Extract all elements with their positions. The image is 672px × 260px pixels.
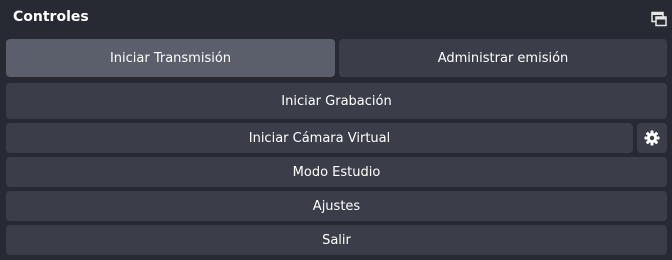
studio-mode-label: Modo Estudio [292, 164, 381, 180]
virtual-camera-settings-button[interactable] [637, 123, 667, 153]
controls-dock: Controles Iniciar Transmisión Administra… [0, 0, 672, 260]
start-streaming-button[interactable]: Iniciar Transmisión [6, 39, 335, 77]
start-virtual-camera-label: Iniciar Cámara Virtual [248, 130, 391, 146]
studio-mode-button[interactable]: Modo Estudio [6, 157, 667, 187]
exit-button[interactable]: Salir [6, 225, 667, 255]
settings-button[interactable]: Ajustes [6, 191, 667, 221]
start-virtual-camera-button[interactable]: Iniciar Cámara Virtual [6, 123, 633, 153]
exit-label: Salir [322, 232, 351, 248]
undock-window-icon[interactable] [651, 11, 667, 27]
dock-title: Controles [13, 9, 89, 25]
manage-broadcast-label: Administrar emisión [437, 50, 569, 66]
start-streaming-label: Iniciar Transmisión [109, 50, 232, 66]
start-recording-button[interactable]: Iniciar Grabación [6, 83, 667, 119]
gear-icon [644, 130, 660, 146]
start-recording-label: Iniciar Grabación [281, 93, 392, 109]
manage-broadcast-button[interactable]: Administrar emisión [339, 39, 667, 77]
settings-label: Ajustes [312, 198, 361, 214]
dock-header: Controles [0, 0, 672, 36]
